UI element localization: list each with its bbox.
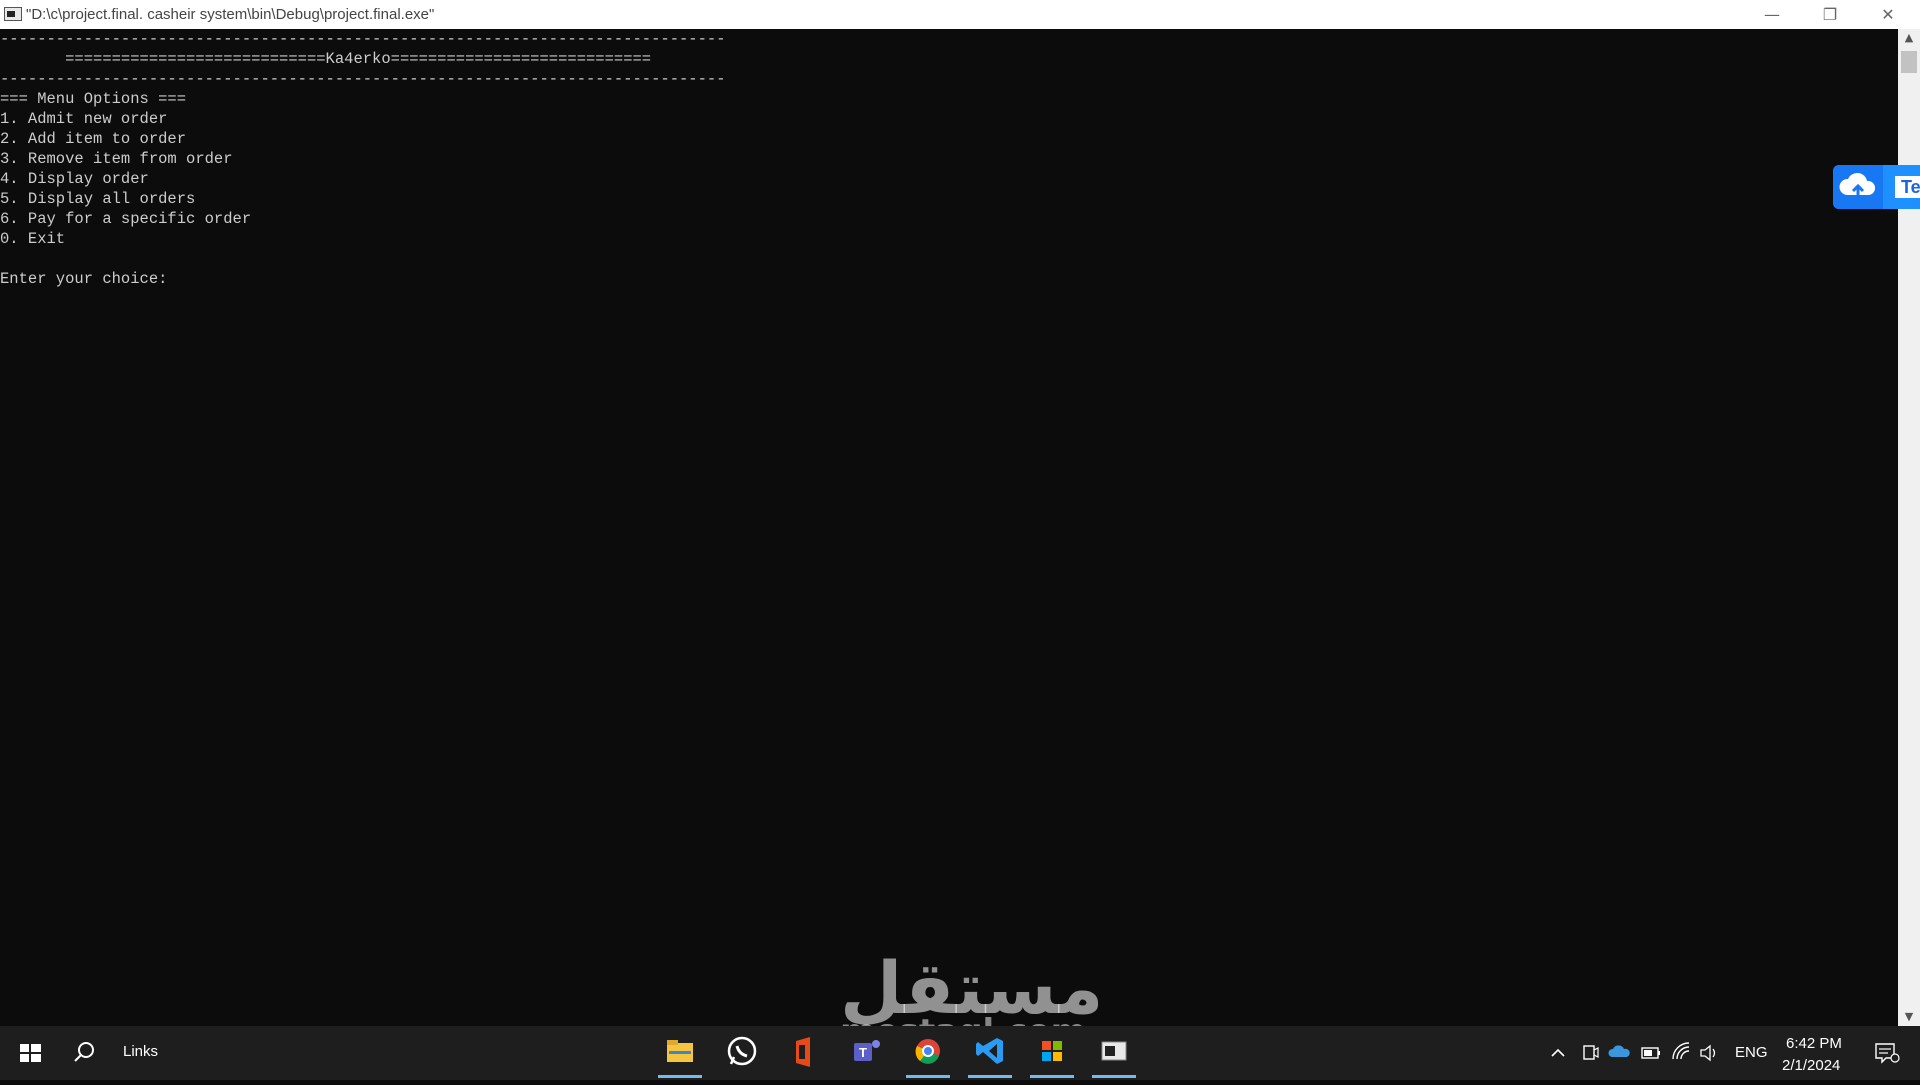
menu-option-2: 2. Add item to order [0,130,187,148]
scroll-up-icon[interactable]: ▲ [1898,29,1920,47]
console-output[interactable]: ----------------------------------------… [0,29,1898,1026]
scroll-thumb[interactable] [1901,51,1917,73]
device-icon [1583,1045,1599,1060]
clock-date: 2/1/2024 [1782,1057,1841,1074]
menu-heading: === Menu Options === [0,90,187,108]
language-indicator: ENG [1735,1044,1768,1061]
taskbar-office[interactable] [778,1026,830,1080]
tray-language[interactable]: ENG [1733,1026,1769,1080]
menu-option-0: 0. Exit [0,230,66,248]
start-button[interactable] [0,1026,60,1080]
taskbar-console-window[interactable] [1088,1026,1140,1080]
taskbar-file-explorer[interactable] [654,1026,706,1080]
close-button[interactable]: ✕ [1860,0,1916,29]
upload-widget-label[interactable]: Te [1895,176,1920,198]
notifications-icon [1875,1043,1900,1064]
title-bar[interactable]: "D:\c\project.final. casheir system\bin\… [0,0,1920,29]
window-title: "D:\c\project.final. casheir system\bin\… [26,6,435,23]
taskbar-whatsapp[interactable] [716,1026,768,1080]
minimize-button[interactable]: — [1744,0,1800,29]
cloud-upload-icon[interactable] [1833,165,1883,209]
speaker-icon [1700,1044,1716,1062]
upload-widget[interactable]: Te [1833,165,1920,209]
windows-icon [20,1044,41,1062]
visual-studio-installer-icon [1042,1041,1062,1061]
whatsapp-icon [727,1036,757,1066]
tray-volume[interactable] [1696,1026,1722,1080]
chevron-up-icon [1551,1048,1565,1057]
taskbar: Links T ENG 6:42 PM 2/1/2024 [0,1026,1920,1080]
office-icon [796,1037,810,1067]
tray-battery[interactable] [1638,1026,1664,1080]
action-center-button[interactable] [1866,1026,1906,1080]
search-label: Links [123,1043,159,1060]
teams-icon: T [854,1040,880,1061]
search-box[interactable]: Links [62,1026,242,1080]
active-indicator [968,1075,1012,1078]
taskbar-chrome[interactable] [902,1026,954,1080]
tray-onedrive[interactable] [1607,1026,1633,1080]
menu-option-6: 6. Pay for a specific order [0,210,252,228]
vscode-icon [976,1038,1003,1064]
console-window-icon [1101,1041,1127,1061]
restore-button[interactable]: ❐ [1802,0,1858,29]
battery-icon [1641,1047,1660,1059]
svg-text:T: T [859,1045,867,1060]
menu-option-1: 1. Admit new order [0,110,168,128]
search-icon [74,1042,94,1062]
console-line: ----------------------------------------… [0,70,726,88]
menu-option-4: 4. Display order [0,170,149,188]
active-indicator [1092,1075,1136,1078]
console-line: ----------------------------------------… [0,30,726,48]
taskbar-teams[interactable]: T [840,1026,892,1080]
clock-time: 6:42 PM [1786,1035,1842,1052]
onedrive-cloud-icon [1608,1045,1630,1057]
taskbar-visual-studio-installer[interactable] [1026,1026,1078,1080]
console-line [0,249,1898,269]
scroll-down-icon[interactable]: ▼ [1898,1008,1920,1026]
menu-option-5: 5. Display all orders [0,190,196,208]
tray-network[interactable] [1668,1026,1694,1080]
active-indicator [658,1075,702,1078]
console-line: ============================Ka4erko=====… [0,50,652,68]
tray-meet-now[interactable] [1578,1026,1602,1080]
file-explorer-icon [667,1040,693,1062]
input-prompt[interactable]: Enter your choice: [0,269,1898,289]
show-hidden-icons-button[interactable] [1546,1026,1570,1080]
menu-option-3: 3. Remove item from order [0,150,233,168]
active-indicator [906,1075,950,1078]
active-indicator [1030,1075,1074,1078]
taskbar-vscode[interactable] [964,1026,1016,1080]
chrome-icon [915,1039,940,1064]
console-app-icon[interactable] [4,7,22,21]
wifi-icon [1672,1042,1690,1060]
